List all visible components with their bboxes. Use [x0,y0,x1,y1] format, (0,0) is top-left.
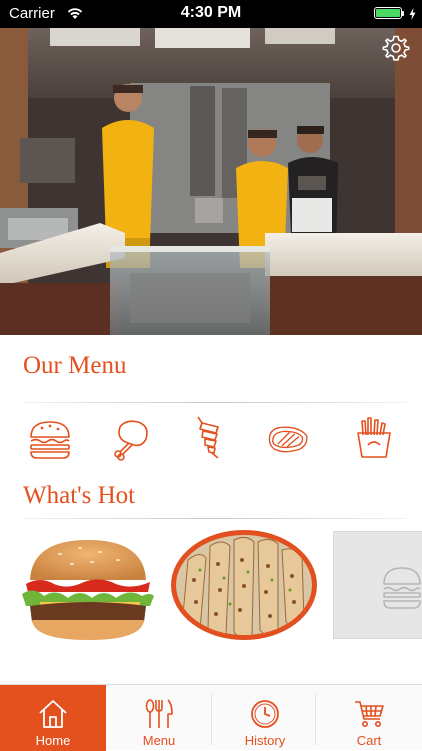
settings-gear-icon[interactable] [382,34,410,62]
home-icon [39,700,67,728]
steak-icon[interactable] [266,417,310,461]
bottom-tab-bar: Home Menu History Cart [0,684,422,751]
burger-placeholder-icon [383,567,421,609]
tab-cart-label: Cart [356,733,382,748]
charging-bolt-icon [409,8,416,20]
whats-hot-carousel [0,530,422,645]
tab-menu[interactable]: Menu [106,685,212,751]
our-menu-heading: Our Menu [23,352,127,379]
tab-history-label: History [244,733,286,748]
status-time: 4:30 PM [180,4,242,21]
whats-hot-heading: What's Hot [23,482,136,509]
hot-divider [22,518,406,519]
hero-restaurant-photo [0,28,422,335]
cart-icon [355,701,384,727]
status-bar: Carrier 4:30 PM [0,0,422,28]
restaurant-kitchen-illustration [0,28,422,335]
burger-icon[interactable] [28,417,72,461]
tab-cart[interactable]: Cart [316,685,422,751]
tab-separator [315,693,316,745]
tab-history[interactable]: History [212,685,318,751]
clock-icon [251,700,279,728]
tab-home-label: Home [35,733,71,748]
burger-photo[interactable] [20,536,156,642]
tab-menu-label: Menu [142,733,176,748]
utensils-icon [145,699,173,728]
fries-icon[interactable] [352,415,396,459]
battery-level-fill [376,9,400,17]
kebab-rolls-photo[interactable] [170,530,318,640]
menu-category-row [0,413,422,469]
chicken-leg-icon[interactable] [108,417,152,461]
tab-separator [211,693,212,745]
menu-divider [22,402,406,403]
battery-icon [374,7,408,21]
kebab-icon[interactable] [188,415,232,459]
hot-item-placeholder-card[interactable] [333,531,422,639]
tab-home[interactable]: Home [0,685,106,751]
